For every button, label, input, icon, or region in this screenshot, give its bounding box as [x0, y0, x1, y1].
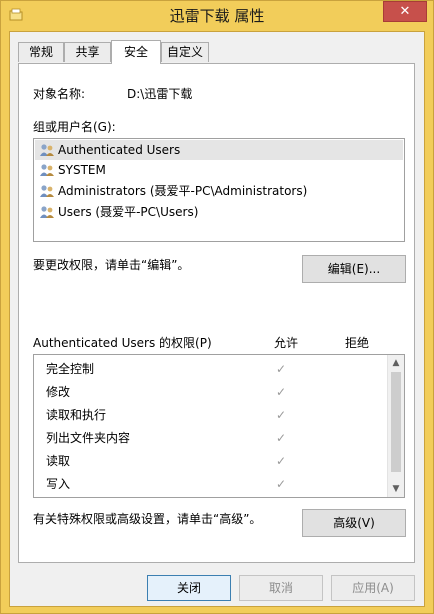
permissions-list[interactable]: 完全控制 ✓ 修改 ✓ 读取和执行 ✓ 列出文件夹内容 ✓ 读取 ✓ 写入 ✓ …	[33, 354, 405, 498]
permission-name: 修改	[46, 385, 71, 399]
tab-security[interactable]: 安全	[111, 40, 161, 64]
user-name: SYSTEM	[58, 163, 106, 177]
security-tab-panel: 对象名称: D:\迅雷下载 组或用户名(G): Authenticated Us…	[18, 63, 415, 563]
allow-check-icon: ✓	[276, 431, 287, 445]
apply-button[interactable]: 应用(A)	[331, 575, 415, 601]
close-button[interactable]: 关闭	[147, 575, 231, 601]
user-name: Authenticated Users	[58, 143, 181, 157]
user-name: Users (聂爱平-PC\Users)	[58, 205, 199, 219]
permission-row: 完全控制 ✓	[34, 358, 386, 381]
users-group-icon	[40, 206, 54, 218]
tab-customize[interactable]: 自定义	[161, 42, 209, 62]
permission-row: 读取和执行 ✓	[34, 404, 386, 427]
group-users-label: 组或用户名(G):	[33, 120, 116, 134]
title-bar[interactable]: 迅雷下载 属性 ✕	[1, 1, 433, 31]
permission-name: 读取和执行	[46, 408, 107, 422]
permission-row: 读取 ✓	[34, 450, 386, 473]
tab-sharing[interactable]: 共享	[64, 42, 111, 62]
allow-check-icon: ✓	[276, 362, 287, 376]
list-item-authenticated-users[interactable]: Authenticated Users	[35, 140, 403, 160]
allow-check-icon: ✓	[276, 477, 287, 491]
list-item-administrators[interactable]: Administrators (聂爱平-PC\Administrators)	[35, 181, 403, 201]
users-group-icon	[40, 164, 54, 176]
permission-row: 写入 ✓	[34, 473, 386, 496]
allow-column-header: 允许	[274, 336, 299, 350]
user-name: Administrators (聂爱平-PC\Administrators)	[58, 184, 308, 198]
list-item-users[interactable]: Users (聂爱平-PC\Users)	[35, 202, 403, 222]
permission-row: 列出文件夹内容 ✓	[34, 427, 386, 450]
permission-name: 列出文件夹内容	[46, 431, 131, 445]
object-name-value: D:\迅雷下载	[127, 87, 193, 101]
advanced-hint: 有关特殊权限或高级设置，请单击“高级”。	[33, 512, 262, 526]
allow-check-icon: ✓	[276, 385, 287, 399]
close-window-button[interactable]: ✕	[383, 1, 427, 22]
permission-name: 完全控制	[46, 362, 95, 376]
allow-check-icon: ✓	[276, 454, 287, 468]
permissions-title: Authenticated Users 的权限(P)	[33, 336, 212, 350]
users-group-icon	[40, 144, 54, 156]
scroll-down-arrow-icon[interactable]: ▼	[388, 481, 404, 497]
object-name-label: 对象名称:	[33, 87, 86, 101]
scrollbar-thumb[interactable]	[391, 372, 401, 472]
permission-name: 读取	[46, 454, 71, 468]
allow-check-icon: ✓	[276, 408, 287, 422]
edit-button[interactable]: 编辑(E)...	[302, 255, 406, 283]
user-listbox[interactable]: Authenticated Users SYSTEM Administrator…	[33, 138, 405, 242]
list-item-system[interactable]: SYSTEM	[35, 160, 403, 180]
window-title: 迅雷下载 属性	[169, 7, 265, 25]
dialog-client: 常规 共享 安全 自定义 对象名称: D:\迅雷下载 组或用户名(G): Aut…	[9, 31, 425, 607]
tab-general[interactable]: 常规	[18, 42, 64, 62]
properties-window: 迅雷下载 属性 ✕ 常规 共享 安全 自定义 对象名称: D:\迅雷下载 组或用…	[0, 0, 434, 614]
users-group-icon	[40, 185, 54, 197]
change-permissions-hint: 要更改权限，请单击“编辑”。	[33, 258, 190, 272]
permission-row: 修改 ✓	[34, 381, 386, 404]
advanced-button[interactable]: 高级(V)	[302, 509, 406, 537]
permission-name: 写入	[46, 477, 71, 491]
cancel-button[interactable]: 取消	[239, 575, 323, 601]
deny-column-header: 拒绝	[345, 336, 370, 350]
scroll-up-arrow-icon[interactable]: ▲	[388, 355, 404, 371]
permissions-scrollbar[interactable]: ▲ ▼	[387, 355, 404, 497]
